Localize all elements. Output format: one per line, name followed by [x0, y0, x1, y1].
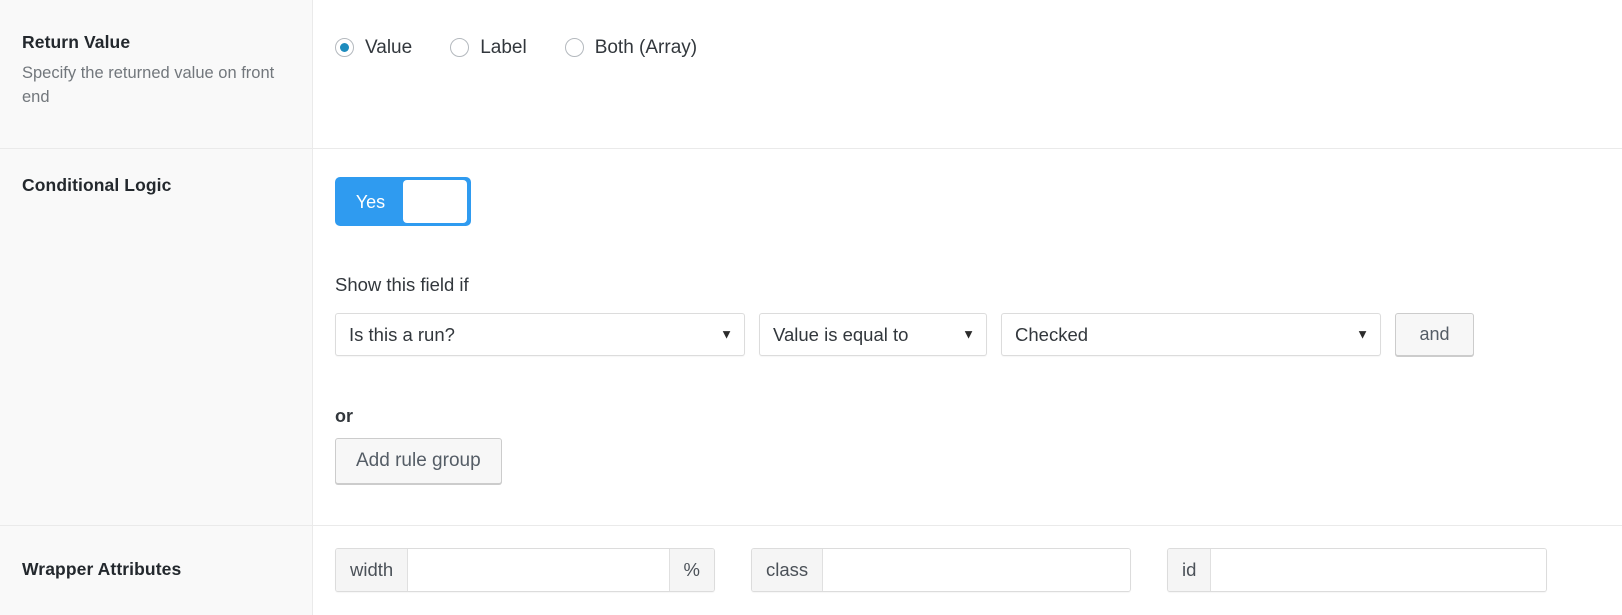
conditional-logic-rule-row: Is this a run? ▼ Value is equal to ▼ Che…	[335, 312, 1622, 356]
return-value-title: Return Value	[22, 32, 131, 52]
wrapper-class-input[interactable]	[823, 549, 1130, 591]
rule-value-select-value: Checked	[1015, 323, 1089, 345]
rule-operator-select-value: Value is equal to	[773, 323, 909, 345]
wrapper-attributes-title: Wrapper Attributes	[22, 559, 182, 579]
conditional-logic-label-cell: Conditional Logic	[0, 149, 313, 525]
wrapper-attributes-label-cell: Wrapper Attributes	[0, 526, 313, 615]
rule-value-select[interactable]: Checked ▼	[1001, 312, 1381, 356]
add-rule-group-button[interactable]: Add rule group	[335, 437, 502, 484]
conditional-logic-title: Conditional Logic	[22, 175, 172, 195]
return-value-label-cell: Return Value Specify the returned value …	[0, 0, 313, 148]
wrapper-attributes-body: width % class id	[313, 526, 1622, 592]
chevron-down-icon: ▼	[1356, 326, 1369, 342]
radio-option-value[interactable]: Value	[335, 38, 412, 57]
or-separator-label: or	[335, 405, 353, 426]
wrapper-width-group: width %	[335, 548, 715, 592]
field-row-return-value: Return Value Specify the returned value …	[0, 0, 1622, 149]
radio-option-both-array[interactable]: Both (Array)	[564, 37, 698, 58]
radio-option-value-label: Value	[365, 37, 413, 58]
rule-field-select-value: Is this a run?	[349, 323, 455, 345]
radio-option-label[interactable]: Label	[450, 38, 527, 57]
radio-unselected-icon[interactable]	[564, 38, 584, 57]
wrapper-attributes-input-cell: width % class id	[313, 526, 1622, 615]
return-value-input-cell: Value Label Both (Array)	[313, 0, 1622, 148]
conditional-logic-input-cell: Yes Show this field if Is this a run? ▼ …	[313, 149, 1622, 525]
chevron-down-icon: ▼	[962, 326, 975, 342]
add-and-rule-button[interactable]: and	[1395, 312, 1474, 356]
return-value-description: Specify the returned value on front end	[22, 63, 275, 106]
field-row-wrapper-attributes: Wrapper Attributes width % class id	[0, 526, 1622, 615]
wrapper-id-prepend-label: id	[1168, 549, 1212, 591]
rule-field-select[interactable]: Is this a run? ▼	[335, 312, 745, 356]
radio-option-label-label: Label	[480, 37, 527, 58]
chevron-down-icon: ▼	[720, 326, 733, 342]
wrapper-id-input[interactable]	[1211, 549, 1546, 591]
return-value-radio-group: Value Label Both (Array)	[313, 0, 1622, 57]
radio-selected-icon[interactable]	[335, 38, 354, 57]
wrapper-class-group: class	[751, 548, 1131, 592]
acf-field-settings-panel: Return Value Specify the returned value …	[0, 0, 1622, 615]
wrapper-id-group: id	[1167, 548, 1547, 592]
wrapper-width-percent-label: %	[668, 549, 714, 591]
wrapper-width-input[interactable]	[408, 549, 669, 591]
wrapper-class-prepend-label: class	[752, 549, 824, 591]
radio-option-both-array-label: Both (Array)	[594, 37, 698, 58]
toggle-knob[interactable]	[403, 180, 467, 223]
wrapper-width-prepend-label: width	[336, 549, 409, 591]
field-row-conditional-logic: Conditional Logic Yes Show this field if…	[0, 149, 1622, 526]
conditional-logic-body: Yes Show this field if Is this a run? ▼ …	[313, 149, 1622, 484]
radio-unselected-icon[interactable]	[450, 38, 470, 57]
show-this-field-if-caption: Show this field if	[335, 274, 469, 295]
conditional-logic-toggle[interactable]: Yes	[335, 177, 471, 226]
conditional-logic-toggle-label: Yes	[355, 191, 386, 212]
rule-operator-select[interactable]: Value is equal to ▼	[759, 312, 987, 356]
